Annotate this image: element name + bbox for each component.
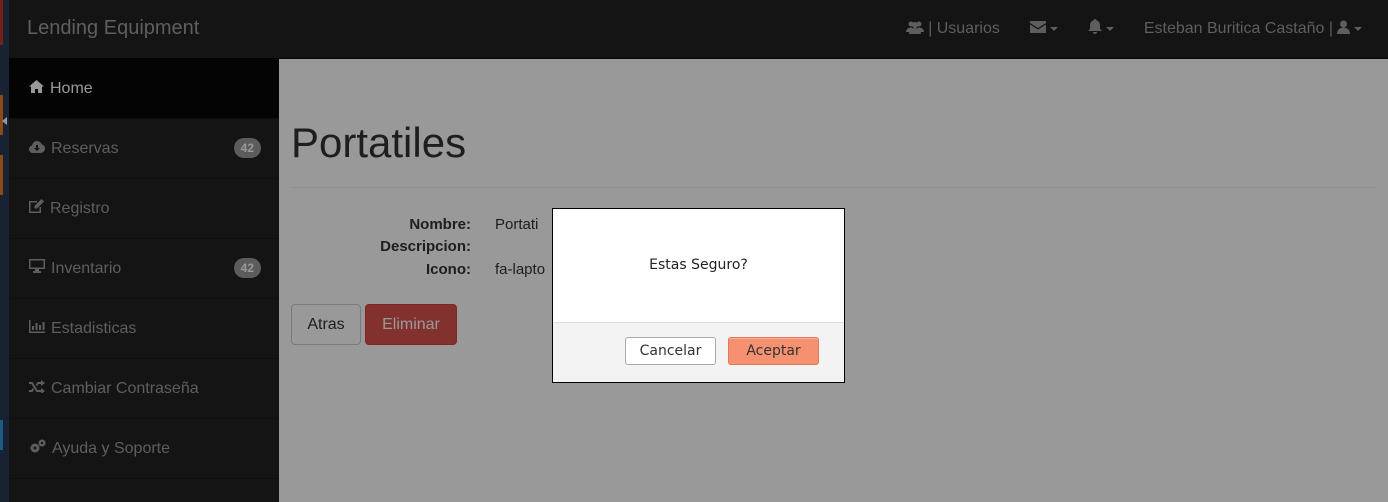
confirm-dialog: Estas Seguro? Cancelar Aceptar [552, 208, 845, 383]
cancel-button[interactable]: Cancelar [625, 337, 716, 365]
dialog-footer: Cancelar Aceptar [553, 322, 844, 382]
dialog-message: Estas Seguro? [649, 256, 748, 273]
accept-button[interactable]: Aceptar [728, 337, 819, 365]
